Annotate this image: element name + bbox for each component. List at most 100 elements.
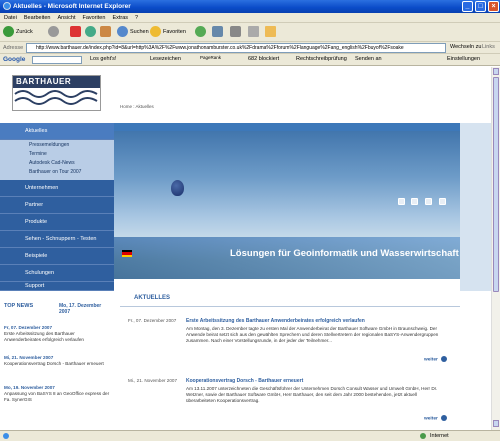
forward-button[interactable] bbox=[48, 26, 61, 39]
go-button[interactable]: Wechseln zu bbox=[450, 44, 481, 50]
bookmarks-button[interactable]: Lesezeichen bbox=[150, 56, 181, 62]
menu-bar: Datei Bearbeiten Ansicht Favoriten Extras? bbox=[0, 13, 500, 23]
settings-button[interactable]: Einstellungen bbox=[447, 56, 480, 62]
mail-icon bbox=[212, 26, 223, 38]
article-title[interactable]: Erste Arbeitssitzung des Barthauer Anwen… bbox=[186, 318, 365, 324]
weiter-link[interactable]: weiter bbox=[424, 356, 447, 362]
stop-button[interactable] bbox=[70, 26, 83, 39]
topnews-label: TOP NEWS bbox=[4, 303, 34, 309]
address-bar: Adresse http://www.barthauer.de/index.ph… bbox=[0, 42, 500, 54]
scroll-up-button[interactable] bbox=[493, 68, 499, 75]
topnews-item[interactable]: Fr, 07. Dezember 2007 Erste Arbeitssitzun… bbox=[4, 325, 110, 342]
article-body: Am 13.11.2007 unterzeichneten die Geschä… bbox=[186, 386, 438, 403]
nav-support[interactable]: Support bbox=[0, 282, 114, 291]
search-button[interactable]: Suchen bbox=[117, 26, 149, 39]
nav-partner[interactable]: Partner bbox=[0, 197, 114, 214]
minimize-button[interactable]: _ bbox=[462, 1, 473, 12]
arrow-circle-icon bbox=[440, 415, 447, 421]
links-button[interactable]: Links bbox=[482, 44, 495, 50]
page-content: BARTHAUER Home : Aktuelles Aktuelles Pre… bbox=[0, 67, 491, 430]
google-search-input[interactable] bbox=[32, 56, 82, 64]
zone-label: Internet bbox=[430, 433, 449, 439]
pagerank-indicator: PageRank bbox=[200, 55, 222, 60]
home-icon bbox=[100, 26, 111, 38]
refresh-icon bbox=[85, 26, 96, 38]
spellcheck-button[interactable]: Rechtschreibprüfung bbox=[296, 56, 347, 62]
edit-button[interactable] bbox=[248, 26, 261, 39]
folder-icon bbox=[265, 26, 276, 38]
topnews-item[interactable]: Mi, 21. November 2007 Kooperationsvertrag… bbox=[4, 355, 110, 367]
home-button[interactable] bbox=[100, 26, 113, 39]
forward-arrow-icon bbox=[48, 26, 59, 38]
star-icon bbox=[150, 26, 161, 38]
subnav-termine[interactable]: Termine bbox=[25, 150, 110, 158]
favorites-button[interactable]: Favoriten bbox=[150, 26, 186, 39]
nav-unternehmen[interactable]: Unternehmen bbox=[0, 180, 114, 197]
send-to-button[interactable]: Senden an bbox=[355, 56, 382, 62]
edit-icon bbox=[248, 26, 259, 38]
article-date: Mi., 21. November 2007 bbox=[128, 378, 178, 383]
address-label: Adresse bbox=[3, 45, 24, 51]
toolbar: Zurück Suchen Favoriten bbox=[0, 23, 500, 42]
close-button[interactable]: × bbox=[488, 1, 499, 12]
menu-datei[interactable]: Datei bbox=[0, 13, 20, 21]
stop-icon bbox=[70, 26, 81, 38]
popup-blocker[interactable]: 682 blockiert bbox=[248, 56, 279, 62]
history-button[interactable] bbox=[195, 26, 208, 39]
refresh-button[interactable] bbox=[85, 26, 98, 39]
history-icon bbox=[195, 26, 206, 38]
menu-favoriten[interactable]: Favoriten bbox=[79, 13, 109, 21]
nav-testen[interactable]: Sehen - Schnuppern - Testen bbox=[0, 231, 114, 248]
ie-icon bbox=[3, 2, 11, 10]
google-toolbar: Google Los geht's! Lesezeichen PageRank … bbox=[0, 54, 500, 66]
mail-button[interactable] bbox=[212, 26, 225, 39]
balloon-graphic bbox=[171, 180, 184, 196]
vertical-scrollbar[interactable] bbox=[491, 67, 500, 430]
breadcrumb: Home : Aktuelles bbox=[120, 104, 154, 109]
search-icon bbox=[117, 26, 128, 38]
google-logo: Google bbox=[3, 56, 26, 63]
nav-beispiele[interactable]: Beispiele bbox=[0, 248, 114, 265]
nav-schulungen[interactable]: Schulungen bbox=[0, 265, 114, 282]
maximize-button[interactable]: □ bbox=[475, 1, 486, 12]
back-button[interactable]: Zurück bbox=[3, 26, 33, 39]
article-date: Fr., 07. Dezember 2007 bbox=[128, 318, 177, 323]
hero-slogan: Lösungen für Geoinformatik und Wasserwir… bbox=[230, 248, 459, 259]
menu-help[interactable]: ? bbox=[131, 13, 141, 21]
address-input[interactable]: http://www.barthauer.de/index.php?id=8&u… bbox=[26, 43, 446, 53]
topnews-date: Mo, 17. Dezember 2007 bbox=[59, 303, 102, 315]
window-titlebar: Aktuelles - Microsoft Internet Explorer … bbox=[0, 0, 500, 13]
weiter-link[interactable]: weiter bbox=[424, 415, 447, 421]
nav-produkte[interactable]: Produkte bbox=[0, 214, 114, 231]
subnav-tour[interactable]: Barthauer on Tour 2007 bbox=[25, 168, 110, 176]
article-body: Am Montag, den 3. Dezember tagte zu erst… bbox=[186, 326, 439, 343]
scroll-down-button[interactable] bbox=[493, 420, 499, 427]
aktuelles-divider bbox=[120, 306, 460, 307]
barthauer-logo[interactable]: BARTHAUER bbox=[12, 75, 101, 111]
print-icon[interactable] bbox=[398, 198, 405, 205]
scroll-thumb[interactable] bbox=[493, 77, 499, 292]
hero-top-strip bbox=[114, 123, 460, 131]
german-flag-icon[interactable] bbox=[122, 250, 132, 257]
folder-button[interactable] bbox=[265, 26, 278, 39]
menu-extras[interactable]: Extras bbox=[108, 13, 131, 21]
google-go-button[interactable]: Los geht's! bbox=[90, 56, 116, 62]
globe-icon bbox=[420, 433, 426, 439]
page-icon bbox=[3, 433, 9, 439]
info-icon[interactable] bbox=[425, 198, 432, 205]
mail-icon[interactable] bbox=[439, 198, 446, 205]
nav-aktuelles[interactable]: Aktuelles bbox=[0, 123, 114, 140]
menu-ansicht[interactable]: Ansicht bbox=[53, 13, 78, 21]
subnav-autodesk[interactable]: Autodesk Cad-News bbox=[25, 159, 110, 167]
subnav-pressemeldungen[interactable]: Pressemeldungen bbox=[25, 141, 110, 149]
status-bar: Internet bbox=[0, 430, 500, 441]
menu-bearbeiten[interactable]: Bearbeiten bbox=[20, 13, 54, 21]
window-title: Aktuelles - Microsoft Internet Explorer bbox=[13, 3, 131, 10]
article-title[interactable]: Kooperationsvertrag Dorsch - Barthauer e… bbox=[186, 378, 303, 384]
back-arrow-icon bbox=[3, 26, 14, 38]
topnews-item[interactable]: Mo, 19. November 2007 Anpassung von BaSYS… bbox=[4, 385, 110, 402]
print-button[interactable] bbox=[230, 26, 243, 39]
arrow-circle-icon bbox=[440, 356, 447, 362]
bookmark-icon[interactable] bbox=[411, 198, 418, 205]
wave-logo-graphic bbox=[14, 90, 98, 105]
